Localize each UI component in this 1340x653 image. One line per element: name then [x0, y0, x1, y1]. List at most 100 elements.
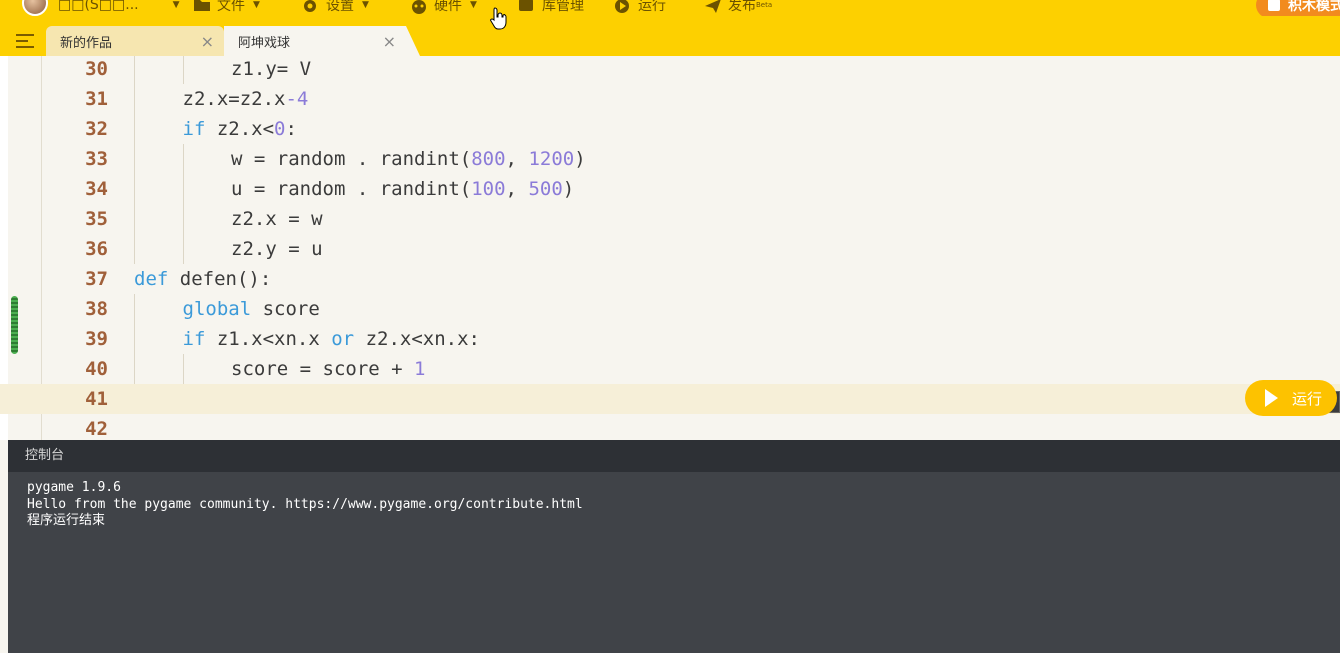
code-token: z2.x<	[205, 118, 275, 140]
keyword-token: if	[182, 328, 206, 350]
code-text: if z2.x<0:	[183, 114, 297, 144]
menu-run-label: 运行	[638, 0, 666, 14]
line-number: 42	[85, 418, 108, 440]
line-number: 39	[85, 328, 108, 350]
library-icon	[518, 0, 534, 12]
menu-file-label: 文件	[217, 0, 245, 14]
blocks-mode-button[interactable]: 积木模式	[1256, 0, 1340, 16]
indent-guide	[134, 174, 135, 204]
keyword-token: or	[331, 328, 355, 350]
code-token: z1.y= V	[231, 58, 312, 80]
code-line[interactable]: 31 z2.x=z2.x-4	[0, 84, 1340, 114]
code-token: )	[574, 148, 586, 170]
menu-library-label: 库管理	[542, 0, 584, 14]
user-menu[interactable]: □□(S□□... ▼	[58, 0, 180, 16]
indent-guide	[134, 294, 135, 324]
chevron-down-icon: ▼	[253, 0, 260, 10]
indent-guide	[134, 324, 135, 354]
close-icon[interactable]: ×	[383, 32, 396, 51]
code-line[interactable]: 30 z1.y= V	[0, 56, 1340, 84]
menu-file[interactable]: 文件 ▼	[193, 0, 260, 16]
indent-guide	[182, 56, 184, 84]
console-line: pygame 1.9.6	[27, 480, 121, 495]
menu-library[interactable]: 库管理	[518, 0, 584, 16]
number-token: 0	[274, 118, 286, 140]
indent-guide	[134, 144, 135, 174]
console-output[interactable]: pygame 1.9.6 Hello from the pygame commu…	[8, 472, 1340, 653]
tab-akun-ball[interactable]: 阿坤戏球 ×	[224, 26, 420, 56]
line-number: 40	[85, 358, 108, 380]
code-line[interactable]: 32 if z2.x<0:	[0, 114, 1340, 144]
run-button[interactable]: 运行	[1245, 380, 1337, 416]
indent-guide	[182, 174, 184, 204]
code-token: u = random . randint(	[231, 178, 472, 200]
user-avatar[interactable]	[22, 0, 48, 16]
code-token: ,	[505, 148, 529, 170]
chevron-down-icon: ▼	[470, 0, 477, 10]
code-line[interactable]: 41	[0, 384, 1340, 414]
number-token: 1	[414, 358, 426, 380]
keyword-token: def	[134, 268, 169, 290]
chevron-down-icon: ▼	[362, 0, 369, 10]
code-text: z1.y= V	[231, 56, 311, 84]
close-icon[interactable]: ×	[201, 32, 214, 51]
code-line[interactable]: 42	[0, 414, 1340, 440]
code-token: defen():	[168, 268, 272, 290]
play-icon	[1265, 389, 1278, 407]
indent-guide	[134, 354, 135, 384]
play-icon	[614, 0, 630, 13]
line-number: 37	[85, 268, 108, 290]
hamburger-menu-icon[interactable]	[16, 34, 34, 48]
number-token: 1200	[528, 148, 575, 170]
chevron-down-icon: ▼	[172, 0, 180, 10]
code-token: z1.x<xn.x	[205, 328, 332, 350]
indent-guide	[134, 114, 135, 144]
menu-hardware[interactable]: 硬件 ▼	[410, 0, 477, 16]
gear-icon	[302, 0, 318, 12]
top-menu-bar: □□(S□□... ▼ 文件 ▼ 设置 ▼ 硬件 ▼ 库管理 运行 发布 Bet…	[0, 0, 1340, 16]
username-label: □□(S□□...	[58, 0, 139, 13]
line-number: 33	[85, 148, 108, 170]
tab-label: 阿坤戏球	[238, 35, 291, 51]
run-button-label: 运行	[1292, 389, 1323, 408]
code-text: z2.x=z2.x-4	[183, 84, 309, 114]
code-text: w = random . randint(800, 1200)	[231, 144, 586, 174]
code-text: global score	[183, 294, 320, 324]
code-text: if z1.x<xn.x or z2.x<xn.x:	[183, 324, 480, 354]
code-text: def defen():	[134, 264, 271, 294]
number-token: 500	[528, 178, 563, 200]
hand-cursor-icon	[490, 7, 507, 30]
indent-guide	[134, 56, 135, 84]
code-line[interactable]: 33 w = random . randint(800, 1200)	[0, 144, 1340, 174]
indent-guide	[182, 234, 184, 264]
code-line[interactable]: 39 if z1.x<xn.x or z2.x<xn.x:	[0, 324, 1340, 354]
line-number: 34	[85, 178, 108, 200]
menu-settings[interactable]: 设置 ▼	[302, 0, 369, 16]
console-line: 程序运行结束	[27, 513, 106, 528]
code-editor[interactable]: 30 z1.y= V 31 z2.x=z2.x-4 32 if z2.x<0: 33 w = …	[0, 56, 1340, 440]
number-token: 100	[471, 178, 506, 200]
code-line[interactable]: 35 z2.x = w	[0, 204, 1340, 234]
code-line[interactable]: 37 def defen():	[0, 264, 1340, 294]
beta-badge: Beta	[756, 1, 773, 9]
menu-run[interactable]: 运行	[614, 0, 666, 16]
code-line[interactable]: 38 global score	[0, 294, 1340, 324]
indent-guide	[134, 234, 135, 264]
code-line[interactable]: 40 score = score + 1	[0, 354, 1340, 384]
menu-publish-label: 发布	[728, 0, 756, 14]
blocks-icon	[1268, 0, 1280, 11]
code-line[interactable]: 36 z2.y = u	[0, 234, 1340, 264]
publish-icon	[704, 0, 721, 13]
line-number: 32	[85, 118, 108, 140]
indent-guide	[182, 204, 184, 234]
code-token: z2.x<xn.x:	[354, 328, 480, 350]
tab-label: 新的作品	[60, 35, 113, 51]
code-token: z2.x = w	[231, 208, 323, 230]
code-line[interactable]: 34 u = random . randint(100, 500)	[0, 174, 1340, 204]
line-number: 30	[85, 58, 108, 80]
tab-new-work[interactable]: 新的作品 ×	[46, 26, 224, 56]
indent-guide	[134, 84, 135, 114]
code-token: :	[285, 118, 297, 140]
menu-publish[interactable]: 发布 Beta	[704, 0, 772, 16]
code-token: ,	[505, 178, 529, 200]
